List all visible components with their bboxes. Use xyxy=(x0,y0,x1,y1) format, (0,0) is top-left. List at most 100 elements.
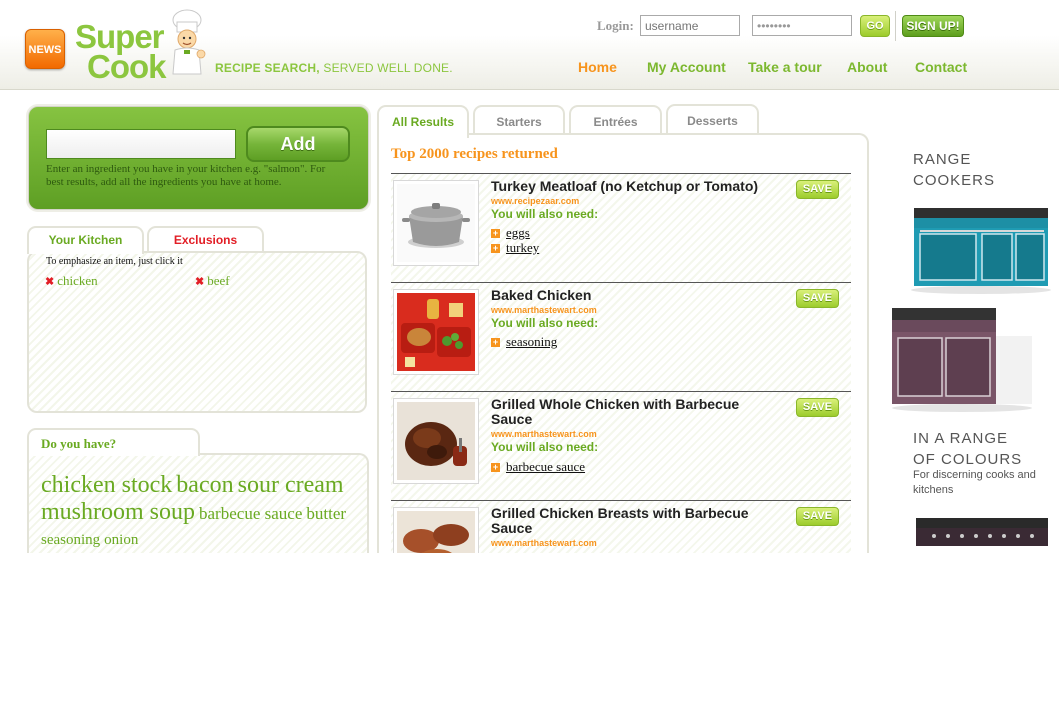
missing-ingredient-name[interactable]: turkey xyxy=(506,240,539,255)
recipe-result[interactable]: Turkey Meatloaf (no Ketchup or Tomato) w… xyxy=(391,173,851,282)
tab-entrees[interactable]: Entrées xyxy=(569,105,662,136)
news-button[interactable]: NEWS xyxy=(25,29,65,69)
missing-ingredient[interactable]: + eggs xyxy=(491,225,530,241)
recipe-thumbnail[interactable] xyxy=(393,289,479,375)
recipe-source[interactable]: www.marthastewart.com xyxy=(491,305,597,315)
logo-text-cook: Cook xyxy=(87,48,166,85)
recipe-title[interactable]: Grilled Whole Chicken with Barbecue Sauc… xyxy=(491,397,781,427)
missing-ingredient-name[interactable]: eggs xyxy=(506,225,530,240)
password-input[interactable] xyxy=(752,15,852,36)
recipe-thumbnail[interactable] xyxy=(393,180,479,266)
nav-my-account[interactable]: My Account xyxy=(647,59,726,75)
suggestion-butter[interactable]: butter xyxy=(306,504,346,523)
grilled-chicken-breasts-image xyxy=(397,511,475,555)
ingredient-input[interactable] xyxy=(46,129,236,159)
site-tagline: RECIPE SEARCH, SERVED WELL DONE. xyxy=(215,61,453,75)
black-cooker-image xyxy=(916,518,1048,546)
recipe-source[interactable]: www.marthastewart.com xyxy=(491,538,597,548)
nav-contact[interactable]: Contact xyxy=(915,59,967,75)
sign-up-button[interactable]: SIGN UP! xyxy=(902,15,964,37)
results-panel: Top 2000 recipes returned Turkey Meatloa… xyxy=(377,133,869,555)
save-recipe-button[interactable]: SAVE xyxy=(796,398,839,417)
recipe-result[interactable]: Grilled Whole Chicken with Barbecue Sauc… xyxy=(391,391,851,500)
recipe-thumbnail[interactable] xyxy=(393,507,479,555)
suggestion-mushroom-soup[interactable]: mushroom soup xyxy=(41,499,195,525)
dutch-oven-image xyxy=(397,184,475,262)
ad-headline-1: RANGE COOKERS xyxy=(913,149,995,191)
suggestion-barbecue-sauce[interactable]: barbecue sauce xyxy=(199,504,302,523)
do-you-have-panel: chicken stock bacon sour cream mushroom … xyxy=(27,453,369,553)
ad-subtext: For discerning cooks and kitchens xyxy=(913,469,1036,496)
suggestion-seasoning[interactable]: seasoning xyxy=(41,532,100,548)
missing-ingredient[interactable]: + barbecue sauce xyxy=(491,459,585,475)
site-header: NEWS Super Cook RECIPE SEARCH, SERVED WE… xyxy=(0,0,1059,90)
recipe-result[interactable]: Grilled Chicken Breasts with Barbecue Sa… xyxy=(391,500,851,555)
kitchen-item-beef[interactable]: ✖ beef xyxy=(195,273,230,289)
suggestion-sour-cream[interactable]: sour cream xyxy=(238,472,344,498)
also-need-label: You will also need: xyxy=(491,316,599,330)
do-you-have-title: Do you have? xyxy=(27,428,200,456)
login-go-button[interactable]: GO xyxy=(860,15,890,37)
ingredient-suggestion-cloud: chicken stock bacon sour cream mushroom … xyxy=(41,473,359,553)
tab-starters[interactable]: Starters xyxy=(473,105,565,136)
missing-ingredient[interactable]: + turkey xyxy=(491,240,539,256)
recipe-result[interactable]: Baked Chicken www.marthastewart.com You … xyxy=(391,282,851,391)
emphasize-note: To emphasize an item, just click it xyxy=(46,256,183,267)
missing-ingredient-name[interactable]: seasoning xyxy=(506,334,557,349)
missing-ingredient-name[interactable]: barbecue sauce xyxy=(506,459,585,474)
recipe-source[interactable]: www.recipezaar.com xyxy=(491,196,579,206)
ad-headline-2: IN A RANGE OF COLOURS xyxy=(913,428,1022,470)
plus-icon[interactable]: + xyxy=(491,463,500,472)
tab-desserts[interactable]: Desserts xyxy=(666,104,759,135)
username-input[interactable] xyxy=(640,15,740,36)
add-ingredient-button[interactable]: Add xyxy=(246,126,350,162)
ad-line-in-a-range: IN A RANGE xyxy=(913,430,1009,447)
suggestion-onion[interactable]: onion xyxy=(104,532,138,548)
login-label: Login: xyxy=(597,18,634,33)
recipe-title[interactable]: Grilled Chicken Breasts with Barbecue Sa… xyxy=(491,506,781,536)
tab-all-results[interactable]: All Results xyxy=(377,105,469,138)
tagline-rest: SERVED WELL DONE. xyxy=(319,61,453,75)
plus-icon[interactable]: + xyxy=(491,338,500,347)
nav-take-a-tour[interactable]: Take a tour xyxy=(748,59,822,75)
recipe-source[interactable]: www.marthastewart.com xyxy=(491,429,597,439)
kitchen-item-chicken[interactable]: ✖ chicken xyxy=(45,273,98,289)
remove-x-icon[interactable]: ✖ xyxy=(195,276,204,288)
suggestion-chicken-stock[interactable]: chicken stock xyxy=(41,472,172,498)
kitchen-item-label: chicken xyxy=(57,273,98,288)
also-need-label: You will also need: xyxy=(491,440,599,454)
kitchen-panel: To emphasize an item, just click it ✖ chi… xyxy=(27,251,367,413)
remove-x-icon[interactable]: ✖ xyxy=(45,276,54,288)
add-ingredient-panel: Add Enter an ingredient you have in your… xyxy=(28,106,369,210)
nav-about[interactable]: About xyxy=(847,59,887,75)
ad-line-cookers: COOKERS xyxy=(913,172,996,189)
plus-icon[interactable]: + xyxy=(491,244,500,253)
recipe-title[interactable]: Turkey Meatloaf (no Ketchup or Tomato) xyxy=(491,179,781,194)
also-need-label: You will also need: xyxy=(491,207,599,221)
range-cookers-ad[interactable]: RANGE COOKERS IN A RANGE OF COLOURS For … xyxy=(884,140,1059,546)
results-count: Top 2000 recipes returned xyxy=(391,146,558,162)
kitchen-item-label: beef xyxy=(207,273,230,288)
baked-chicken-tray-image xyxy=(397,293,475,371)
aubergine-cooker-image xyxy=(892,308,1032,412)
page-blank-area xyxy=(0,553,1059,713)
grilled-chicken-image xyxy=(397,402,475,480)
tab-exclusions[interactable]: Exclusions xyxy=(147,226,264,253)
recipe-title[interactable]: Baked Chicken xyxy=(491,288,781,303)
save-recipe-button[interactable]: SAVE xyxy=(796,289,839,308)
suggestion-bacon[interactable]: bacon xyxy=(176,472,233,498)
save-recipe-button[interactable]: SAVE xyxy=(796,507,839,526)
tagline-bold: RECIPE SEARCH, xyxy=(215,61,320,75)
tab-your-kitchen[interactable]: Your Kitchen xyxy=(27,226,144,254)
supercook-logo[interactable]: Super Cook xyxy=(75,9,206,85)
header-divider xyxy=(895,11,896,41)
plus-icon[interactable]: + xyxy=(491,229,500,238)
missing-ingredient[interactable]: + seasoning xyxy=(491,334,557,350)
save-recipe-button[interactable]: SAVE xyxy=(796,180,839,199)
teal-cooker-image xyxy=(911,208,1051,294)
ad-line-of-colours: OF COLOURS xyxy=(913,451,1023,468)
add-ingredient-hint: Enter an ingredient you have in your kit… xyxy=(46,163,326,188)
ad-line-range: RANGE xyxy=(913,151,972,168)
recipe-thumbnail[interactable] xyxy=(393,398,479,484)
nav-home[interactable]: Home xyxy=(578,59,617,75)
